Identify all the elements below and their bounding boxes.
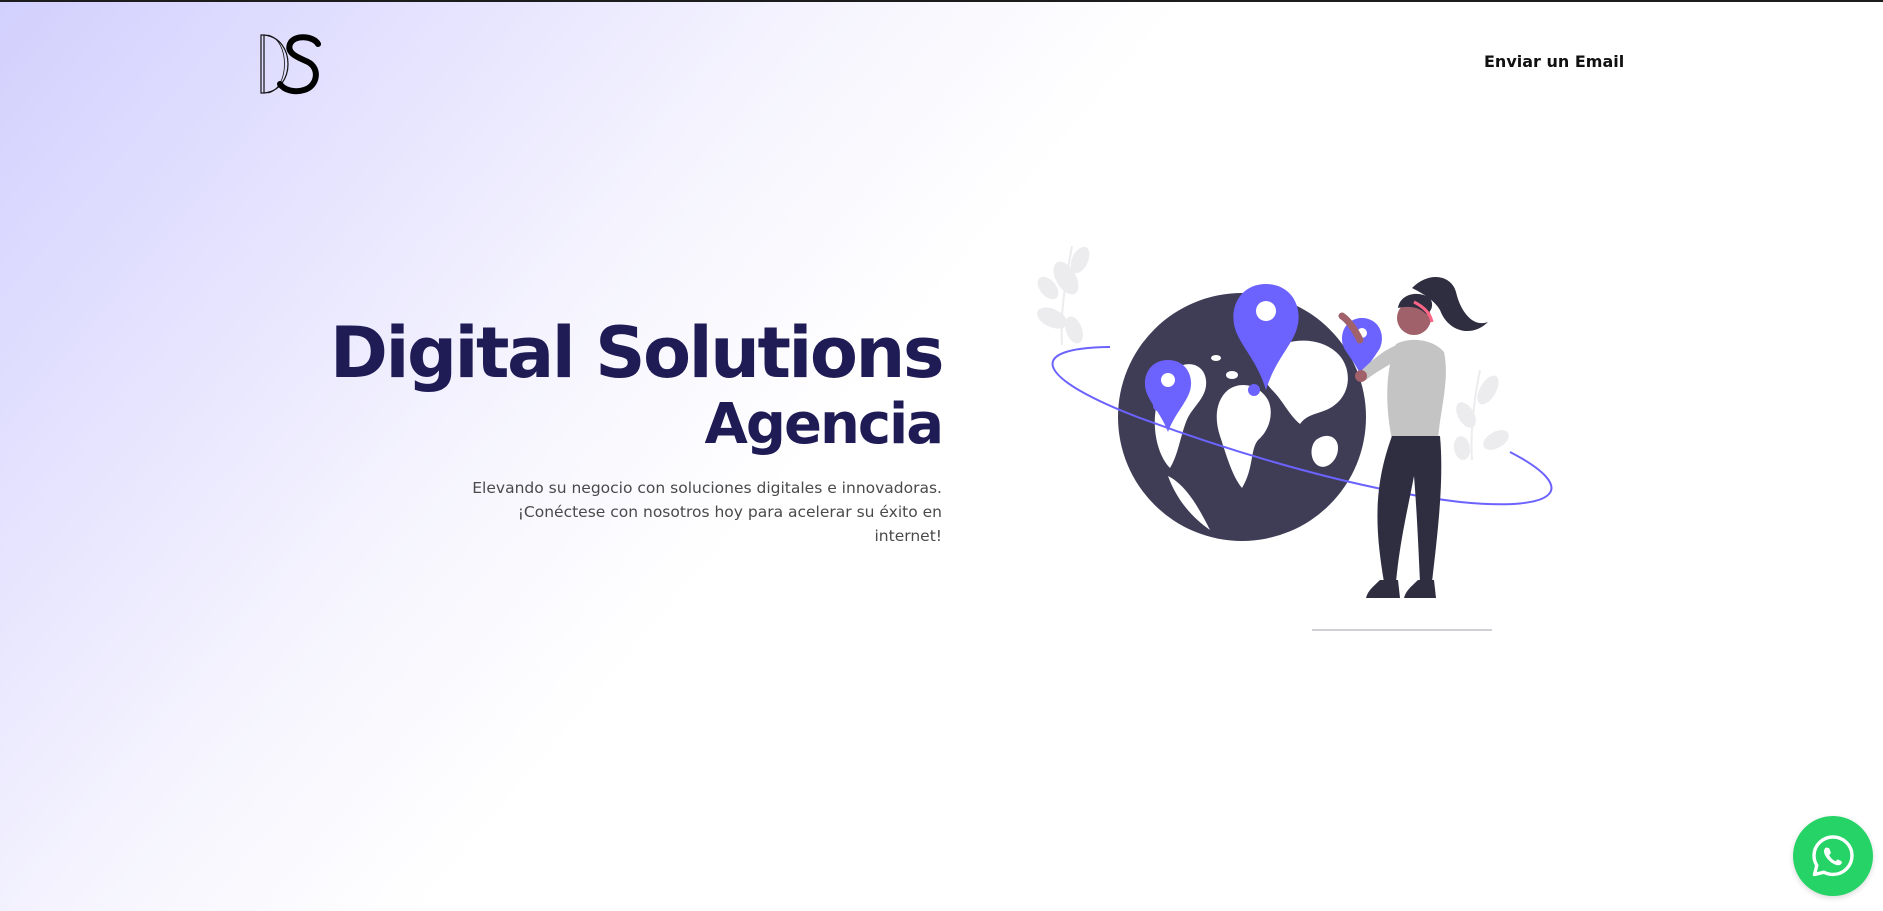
hero-text-block: Digital Solutions Agencia Elevando su ne… xyxy=(302,312,945,548)
top-border xyxy=(0,0,1883,2)
hero-illustration xyxy=(1020,240,1560,640)
whatsapp-icon xyxy=(1812,835,1854,877)
plant-decoration-left xyxy=(1037,245,1090,346)
whatsapp-button[interactable] xyxy=(1793,816,1873,896)
globe-illustration xyxy=(1037,245,1553,631)
logo[interactable] xyxy=(260,32,326,96)
hero-description: Elevando su negocio con soluciones digit… xyxy=(472,479,942,545)
ds-logo-icon xyxy=(260,34,321,95)
plant-decoration-right xyxy=(1453,369,1509,461)
hero-title: Digital Solutions xyxy=(329,312,945,394)
hero-subtitle: Agencia xyxy=(704,392,944,457)
send-email-link[interactable]: Enviar un Email xyxy=(1484,52,1624,71)
